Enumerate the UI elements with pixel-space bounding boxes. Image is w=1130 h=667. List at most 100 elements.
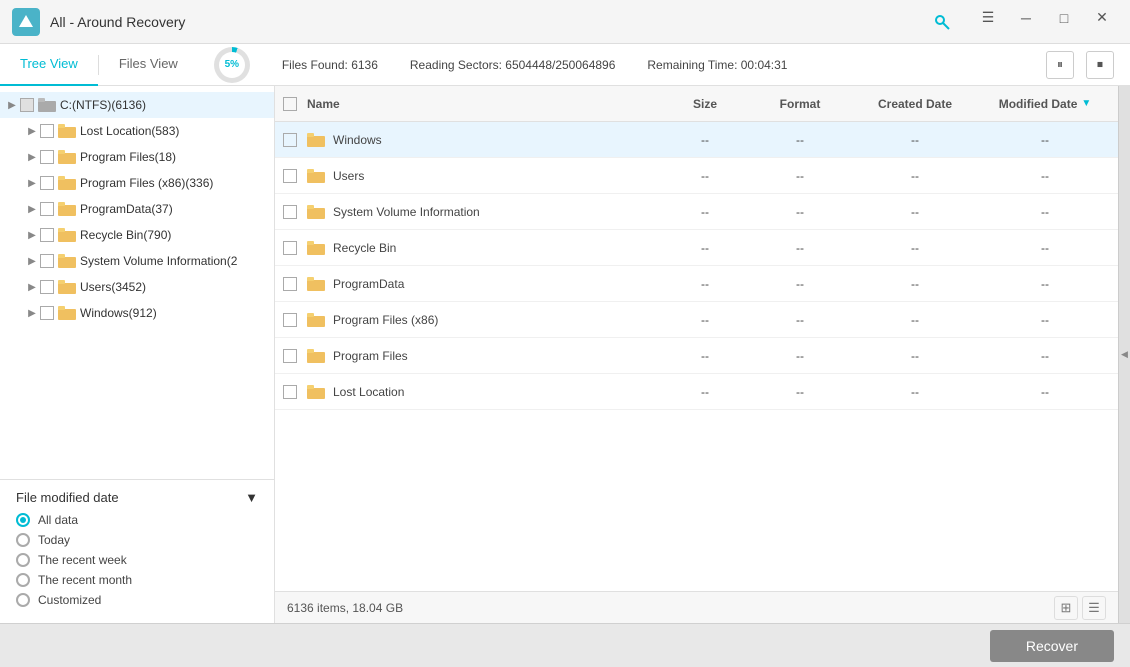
tree-checkbox-3[interactable] [40, 202, 54, 216]
tree-checkbox-2[interactable] [40, 176, 54, 190]
row-checkbox-7[interactable] [283, 385, 297, 399]
tree-item-4[interactable]: Recycle Bin(790) [0, 222, 274, 248]
table-row[interactable]: Program Files -- -- -- -- [275, 338, 1118, 374]
main-container: Tree View Files View 5% Files Found: 613… [0, 44, 1130, 667]
grid-view-icon[interactable]: ⊞ [1054, 596, 1078, 620]
row-created-0: -- [850, 133, 980, 147]
tree-item-3[interactable]: ProgramData(37) [0, 196, 274, 222]
tree-arrow-7[interactable] [24, 305, 40, 321]
tree-arrow-1[interactable] [24, 149, 40, 165]
tree-item-6[interactable]: Users(3452) [0, 274, 274, 300]
row-check-6[interactable] [283, 349, 307, 363]
tree-arrow-root[interactable] [4, 97, 20, 113]
row-created-6: -- [850, 349, 980, 363]
th-name[interactable]: Name [307, 97, 660, 111]
tree-arrow-0[interactable] [24, 123, 40, 139]
radio-today[interactable] [16, 533, 30, 547]
table-row[interactable]: Users -- -- -- -- [275, 158, 1118, 194]
tree-label-1: Program Files(18) [80, 150, 176, 164]
row-checkbox-2[interactable] [283, 205, 297, 219]
stop-button[interactable]: ⏹ [1086, 51, 1114, 79]
close-button[interactable]: ✕ [1086, 6, 1118, 30]
pause-button[interactable]: ⏸ [1046, 51, 1074, 79]
filter-option-4[interactable]: Customized [16, 593, 258, 607]
row-modified-5: -- [980, 313, 1110, 327]
row-check-4[interactable] [283, 277, 307, 291]
radio-all-data[interactable] [16, 513, 30, 527]
tree-checkbox-root[interactable] [20, 98, 34, 112]
row-created-1: -- [850, 169, 980, 183]
radio-customized[interactable] [16, 593, 30, 607]
scan-progress-percent: 5% [219, 52, 245, 78]
row-checkbox-5[interactable] [283, 313, 297, 327]
radio-recent-week[interactable] [16, 553, 30, 567]
row-checkbox-1[interactable] [283, 169, 297, 183]
tree-checkbox-6[interactable] [40, 280, 54, 294]
folder-icon-4 [58, 228, 76, 242]
tree-root[interactable]: C:(NTFS)(6136) [0, 92, 274, 118]
tab-files-view[interactable]: Files View [99, 44, 198, 86]
tree-arrow-4[interactable] [24, 227, 40, 243]
row-check-0[interactable] [283, 133, 307, 147]
tree-arrow-5[interactable] [24, 253, 40, 269]
row-checkbox-4[interactable] [283, 277, 297, 291]
tree-arrow-2[interactable] [24, 175, 40, 191]
tree-checkbox-1[interactable] [40, 150, 54, 164]
table-row[interactable]: Lost Location -- -- -- -- [275, 374, 1118, 410]
tree-arrow-3[interactable] [24, 201, 40, 217]
tab-tree-view[interactable]: Tree View [0, 44, 98, 86]
list-view-icon[interactable]: ☰ [1082, 596, 1106, 620]
row-check-7[interactable] [283, 385, 307, 399]
recover-button[interactable]: Recover [990, 630, 1114, 662]
tree-item-0[interactable]: Lost Location(583) [0, 118, 274, 144]
drive-icon [38, 98, 56, 112]
tree-checkbox-4[interactable] [40, 228, 54, 242]
tree-checkbox-5[interactable] [40, 254, 54, 268]
row-checkbox-6[interactable] [283, 349, 297, 363]
header-checkbox[interactable] [283, 97, 297, 111]
tree-item-5[interactable]: System Volume Information(2 [0, 248, 274, 274]
row-folder-icon-3 [307, 241, 325, 255]
tree-label-4: Recycle Bin(790) [80, 228, 171, 242]
row-check-2[interactable] [283, 205, 307, 219]
panel-collapse-handle[interactable] [1118, 86, 1130, 623]
th-format[interactable]: Format [750, 97, 850, 111]
tree-root-label: C:(NTFS)(6136) [60, 98, 146, 112]
radio-recent-month[interactable] [16, 573, 30, 587]
menu-icon[interactable]: ☰ [972, 6, 1004, 30]
th-created[interactable]: Created Date [850, 97, 980, 111]
table-row[interactable]: System Volume Information -- -- -- -- [275, 194, 1118, 230]
filter-option-0[interactable]: All data [16, 513, 258, 527]
tree-checkbox-0[interactable] [40, 124, 54, 138]
row-checkbox-0[interactable] [283, 133, 297, 147]
minimize-button[interactable]: ─ [1010, 6, 1042, 30]
table-row[interactable]: ProgramData -- -- -- -- [275, 266, 1118, 302]
row-check-1[interactable] [283, 169, 307, 183]
row-check-5[interactable] [283, 313, 307, 327]
tree-item-7[interactable]: Windows(912) [0, 300, 274, 326]
th-modified[interactable]: Modified Date ▼ [980, 97, 1110, 111]
tree-item-1[interactable]: Program Files(18) [0, 144, 274, 170]
row-check-3[interactable] [283, 241, 307, 255]
filter-option-3[interactable]: The recent month [16, 573, 258, 587]
filter-title[interactable]: File modified date ▼ [16, 490, 258, 505]
tree-item-2[interactable]: Program Files (x86)(336) [0, 170, 274, 196]
tree-arrow-6[interactable] [24, 279, 40, 295]
row-created-2: -- [850, 205, 980, 219]
row-checkbox-3[interactable] [283, 241, 297, 255]
th-size[interactable]: Size [660, 97, 750, 111]
filter-option-1[interactable]: Today [16, 533, 258, 547]
tree-checkbox-7[interactable] [40, 306, 54, 320]
table-row[interactable]: Windows -- -- -- -- [275, 122, 1118, 158]
row-created-3: -- [850, 241, 980, 255]
row-name-6: Program Files [307, 349, 660, 363]
filter-option-2[interactable]: The recent week [16, 553, 258, 567]
title-bar: All - Around Recovery ☰ ─ □ ✕ [0, 0, 1130, 44]
reading-sectors: Reading Sectors: 6504448/250064896 [410, 58, 616, 72]
maximize-button[interactable]: □ [1048, 6, 1080, 30]
status-bar: 6136 items, 18.04 GB ⊞ ☰ [275, 591, 1118, 623]
table-row[interactable]: Recycle Bin -- -- -- -- [275, 230, 1118, 266]
row-folder-icon-1 [307, 169, 325, 183]
row-modified-3: -- [980, 241, 1110, 255]
table-row[interactable]: Program Files (x86) -- -- -- -- [275, 302, 1118, 338]
